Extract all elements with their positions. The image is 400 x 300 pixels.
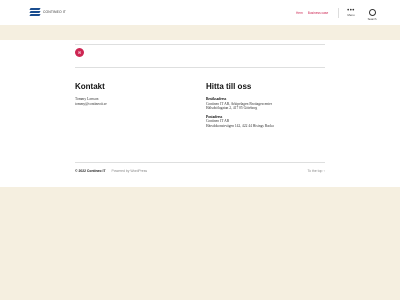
footer-separator bbox=[75, 162, 325, 163]
site-header: CONTINEO IT Hem Business case ••• Menu S… bbox=[0, 0, 400, 25]
nav-item-business-case[interactable]: Business case bbox=[308, 11, 329, 15]
search-label: Search bbox=[367, 17, 377, 21]
header-divider bbox=[338, 8, 339, 18]
contact-widget: Kontakt Tommy Larsson tommy@contineoit.s… bbox=[75, 82, 107, 106]
widgets-separator bbox=[75, 67, 325, 68]
find-us-title: Hitta till oss bbox=[206, 82, 252, 91]
search-icon bbox=[368, 9, 376, 16]
powered-by-link[interactable]: Powered by WordPress bbox=[112, 169, 148, 173]
content-band bbox=[0, 25, 400, 40]
nav-item-hem[interactable]: Hem bbox=[296, 11, 303, 15]
mail-icon: ✉ bbox=[75, 48, 84, 57]
site-logo[interactable]: CONTINEO IT bbox=[29, 8, 66, 16]
primary-nav: Hem Business case bbox=[296, 11, 328, 15]
copyright: © 2022 Contineo IT Powered by WordPress bbox=[75, 169, 147, 173]
to-the-top-link[interactable]: To the top ↑ bbox=[307, 169, 325, 173]
contact-email[interactable]: tommy@contineoit.se bbox=[75, 102, 107, 107]
menu-button[interactable]: ••• Menu bbox=[344, 8, 358, 17]
contact-title: Kontakt bbox=[75, 82, 105, 91]
find-us-widget: Hitta till oss Besöksadress Contineo IT … bbox=[206, 82, 274, 129]
post-line-2: Härsdokonstrvägen 142, 422 44 Hisings Ba… bbox=[206, 123, 274, 128]
top-separator bbox=[75, 44, 325, 45]
search-button[interactable]: Search bbox=[365, 9, 379, 21]
copyright-text[interactable]: © 2022 Contineo IT bbox=[75, 169, 106, 173]
menu-label: Menu bbox=[347, 13, 355, 17]
footer-widgets-area bbox=[0, 40, 400, 187]
logo-mark-icon bbox=[29, 8, 41, 16]
logo-text: CONTINEO IT bbox=[43, 10, 66, 14]
